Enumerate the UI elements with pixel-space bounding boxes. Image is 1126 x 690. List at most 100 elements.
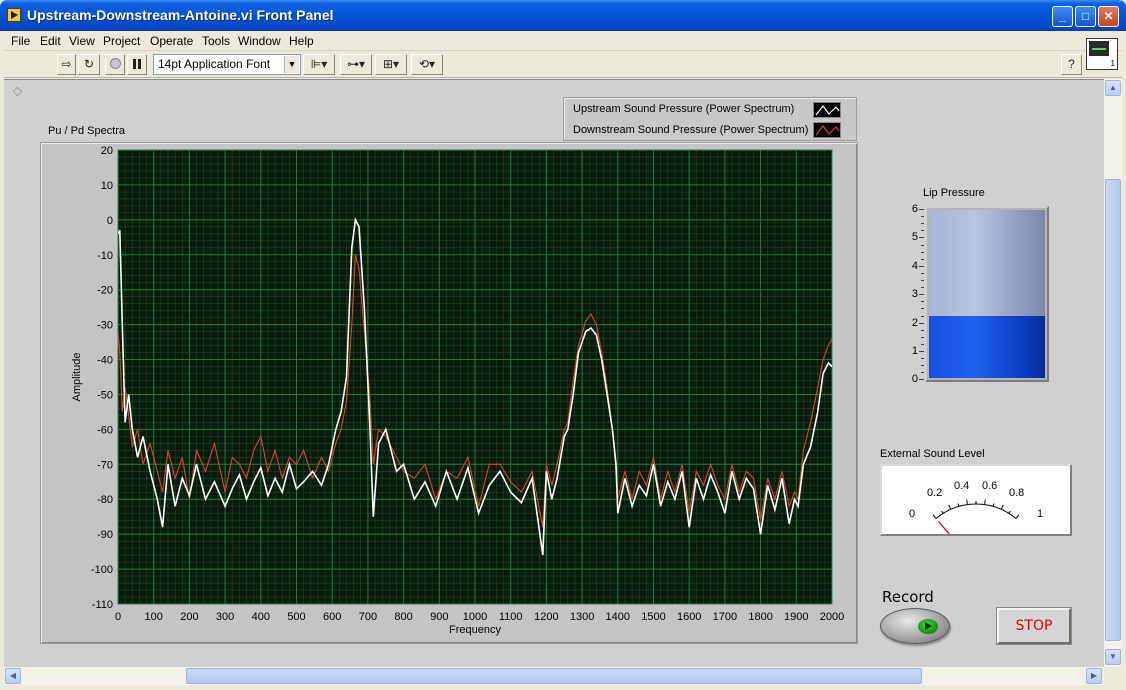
stop-button[interactable]: STOP	[997, 608, 1071, 644]
tank-tick-mark	[919, 351, 924, 352]
tank-tick-label: 1	[911, 345, 918, 357]
resize-objects-icon[interactable]: ⊞▾	[375, 54, 407, 75]
x-tick-label: 1200	[534, 611, 558, 623]
horizontal-scroll-thumb[interactable]	[186, 668, 922, 684]
tank-tick-label: 3	[911, 288, 918, 300]
y-tick-label: -60	[97, 424, 113, 436]
vi-connector-icon[interactable]: 1	[1086, 38, 1118, 70]
meter-tick-label: 0.4	[954, 480, 970, 492]
record-button[interactable]	[880, 608, 950, 644]
tank-tick-mark	[921, 372, 924, 374]
tank-tick-label: 0	[911, 373, 918, 385]
x-tick-label: 700	[359, 611, 377, 623]
x-tick-label: 300	[216, 611, 234, 623]
y-tick-label: 20	[101, 145, 113, 157]
tank-tick-mark	[921, 230, 924, 232]
external-sound-meter: 0 0.2 0.4 0.6 0.8 1	[880, 464, 1072, 536]
meter-arc	[935, 503, 1017, 519]
external-sound-label: External Sound Level	[880, 448, 985, 460]
y-tick-label: -10	[97, 250, 113, 262]
minimize-button[interactable]: _	[1052, 6, 1073, 27]
reorder-icon[interactable]: ⟲▾	[411, 54, 443, 75]
font-select[interactable]: 14pt Application Font ▼	[153, 54, 301, 75]
x-tick-label: 1100	[499, 611, 523, 623]
tank-tick-mark	[921, 258, 924, 260]
tank-tick-mark	[921, 301, 924, 303]
font-select-value: 14pt Application Font	[158, 57, 271, 71]
tank-tick-mark	[919, 209, 924, 210]
menu-window[interactable]: Window	[238, 34, 281, 48]
chevron-down-icon[interactable]: ▼	[284, 56, 299, 73]
x-tick-label: 1800	[748, 611, 772, 623]
tank-tick-mark	[919, 322, 924, 324]
y-tick-label: 10	[101, 180, 113, 192]
tank-tick-label: 2	[911, 317, 918, 329]
meter-tick-mark	[966, 499, 968, 505]
x-tick-label: 1700	[713, 611, 737, 623]
run-continuously-icon[interactable]: ↻	[78, 54, 100, 75]
tank-tick-mark	[919, 237, 924, 239]
scroll-up-icon[interactable]: ▲	[1105, 80, 1121, 96]
tank-tick-mark	[921, 343, 924, 345]
tank-tick-mark	[921, 280, 924, 281]
plot-legend[interactable]: Upstream Sound Pressure (Power Spectrum)…	[563, 97, 857, 141]
menu-file[interactable]: File	[11, 34, 30, 48]
x-tick-label: 900	[430, 611, 448, 623]
x-tick-label: 200	[180, 611, 198, 623]
x-tick-label: 2000	[820, 611, 844, 623]
title-bar: Upstream-Downstream-Antoine.vi Front Pan…	[0, 0, 1126, 31]
play-icon	[918, 619, 938, 634]
y-tick-label: -100	[91, 564, 113, 576]
front-panel: Pu / Pd Spectra Upstream Sound Pressure …	[4, 79, 1104, 667]
legend-downstream-swatch[interactable]	[813, 122, 841, 138]
y-tick-label: -70	[97, 459, 113, 471]
tank-tick-mark	[921, 336, 924, 338]
spectra-graph[interactable]: 0 100 200 300 400 500 600 700 800 900 1000 1100 1200…	[40, 142, 858, 644]
tank-tick-mark	[921, 365, 924, 367]
meter-tick-mark	[948, 504, 952, 510]
menu-project[interactable]: Project	[103, 34, 140, 48]
y-tick-label: -40	[97, 355, 113, 367]
tank-tick-mark	[921, 329, 924, 331]
menu-view[interactable]: View	[69, 34, 95, 48]
x-tick-label: 100	[145, 611, 163, 623]
scroll-right-icon[interactable]: ▶	[1086, 668, 1102, 684]
menu-operate[interactable]: Operate	[150, 34, 193, 48]
menu-tools[interactable]: Tools	[202, 34, 230, 48]
graph-label: Pu / Pd Spectra	[48, 125, 126, 137]
tank-tick-mark	[919, 379, 924, 381]
tank-tick-mark	[921, 223, 924, 225]
tank-tick-mark	[921, 272, 924, 274]
horizontal-scrollbar[interactable]: ◀ ▶	[4, 667, 1104, 685]
run-arrow-icon[interactable]: ⇨	[57, 54, 76, 75]
maximize-button[interactable]: □	[1075, 6, 1096, 27]
meter-tick-mark	[932, 514, 937, 519]
align-objects-icon[interactable]: ⊫▾	[303, 54, 335, 75]
tank-tick-mark	[921, 315, 924, 317]
toolbar: ⇨ ↻ 14pt Application Font ▼ ⊫▾ ⊶▾ ⊞▾ ⟲▾ …	[4, 51, 1122, 78]
abort-execution-icon[interactable]	[105, 54, 125, 75]
menu-edit[interactable]: Edit	[40, 34, 61, 48]
close-button[interactable]: ✕	[1098, 6, 1119, 27]
stop-button-label: STOP	[1015, 618, 1053, 634]
scroll-left-icon[interactable]: ◀	[5, 668, 21, 684]
legend-downstream-label: Downstream Sound Pressure (Power Spectru…	[573, 124, 809, 136]
distribute-objects-icon[interactable]: ⊶▾	[340, 54, 372, 75]
tank-tick-mark	[919, 294, 924, 296]
vertical-scroll-thumb[interactable]	[1105, 179, 1121, 641]
help-icon[interactable]: ?	[1061, 54, 1082, 75]
x-axis-title: Frequency	[449, 624, 501, 636]
legend-upstream-swatch[interactable]	[813, 102, 841, 118]
labview-vi-icon[interactable]	[7, 8, 21, 22]
menu-help[interactable]: Help	[289, 34, 314, 48]
tank-tick-label: 4	[911, 260, 918, 272]
tank-tick-mark	[921, 244, 924, 246]
tank-tick-mark	[921, 287, 924, 289]
tank-tick-mark	[919, 265, 924, 267]
tank-tick-mark	[921, 251, 924, 253]
vertical-scrollbar[interactable]: ▲ ▼	[1104, 79, 1122, 667]
pause-icon[interactable]	[127, 54, 147, 75]
meter-needle	[938, 521, 950, 534]
lip-pressure-fill	[929, 316, 1045, 378]
scroll-down-icon[interactable]: ▼	[1105, 649, 1121, 665]
